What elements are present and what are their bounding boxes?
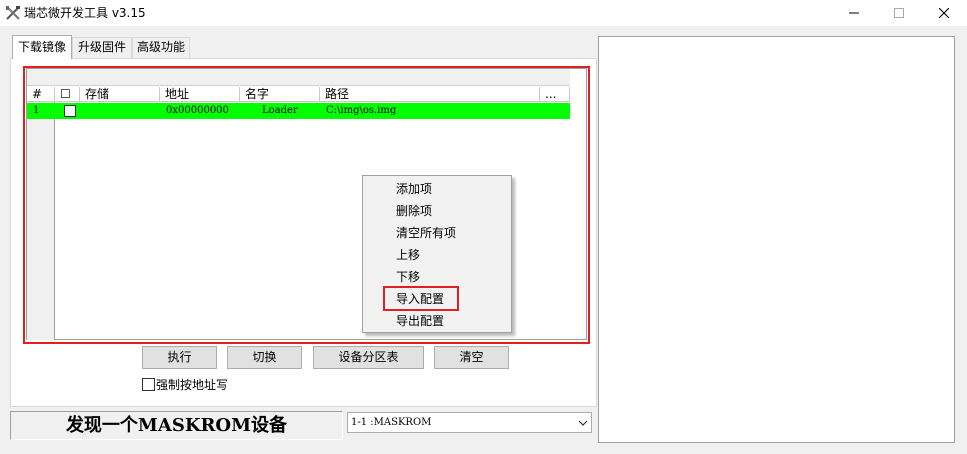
row-checkbox[interactable] [64, 105, 76, 117]
maximize-button[interactable] [876, 0, 922, 26]
context-menu: 添加项 删除项 清空所有项 上移 下移 导入配置 导出配置 [362, 175, 512, 333]
status-box: 发现一个MASKROM设备 [10, 411, 343, 440]
log-panel[interactable] [598, 36, 955, 443]
force-address-option[interactable]: 强制按地址写 [142, 376, 228, 392]
run-button[interactable]: 执行 [142, 346, 217, 369]
menu-item-move-up[interactable]: 上移 [396, 247, 420, 263]
device-select-value: 1-1 :MASKROM [351, 417, 432, 428]
row-number: 1 [33, 105, 40, 116]
column-header-name[interactable]: 名字 [240, 87, 320, 102]
grid-top-strip [27, 69, 570, 86]
clear-button[interactable]: 清空 [434, 346, 509, 369]
column-header-path[interactable]: 路径 [320, 87, 540, 102]
column-header-more[interactable]: ... [540, 87, 570, 102]
table-row[interactable]: 1 0x00000000 Loader C:\img\os.img [27, 103, 570, 119]
menu-item-move-down[interactable]: 下移 [396, 269, 420, 285]
force-address-label: 强制按地址写 [156, 377, 229, 392]
force-address-checkbox[interactable] [142, 377, 155, 391]
row-path[interactable]: C:\img\os.img [326, 103, 538, 119]
close-button[interactable] [921, 0, 967, 26]
import-config-highlight [383, 286, 459, 311]
partition-table-button[interactable]: 设备分区表 [313, 346, 424, 369]
status-message: 发现一个MASKROM设备 [65, 415, 288, 436]
row-number-column [27, 102, 55, 340]
switch-button[interactable]: 切换 [227, 346, 302, 369]
device-select[interactable]: 1-1 :MASKROM [347, 412, 592, 433]
window-title: 瑞芯微开发工具 v3.15 [24, 6, 146, 20]
column-header-select[interactable]: ☐ [55, 87, 80, 102]
minimize-icon [849, 12, 859, 14]
column-header-storage[interactable]: 存储 [80, 87, 160, 102]
tab-advanced[interactable]: 高级功能 [132, 37, 190, 58]
column-header-address[interactable]: 地址 [160, 87, 240, 102]
close-icon [939, 8, 949, 18]
menu-item-add[interactable]: 添加项 [396, 181, 432, 197]
tab-upgrade-firmware[interactable]: 升级固件 [72, 37, 132, 58]
maximize-icon [894, 8, 904, 18]
menu-item-delete[interactable]: 删除项 [396, 203, 432, 219]
row-storage[interactable] [82, 103, 158, 119]
chevron-down-icon [578, 420, 588, 426]
column-header-index[interactable]: # [27, 87, 55, 102]
tab-download-image[interactable]: 下载镜像 [12, 35, 72, 59]
menu-item-export-config[interactable]: 导出配置 [396, 313, 444, 329]
menu-item-clear-all[interactable]: 清空所有项 [396, 225, 456, 241]
row-address[interactable]: 0x00000000 [166, 103, 238, 119]
title-bar: 瑞芯微开发工具 v3.15 [0, 0, 967, 26]
tools-icon [6, 6, 20, 20]
minimize-button[interactable] [831, 0, 877, 26]
row-name[interactable]: Loader [262, 103, 318, 119]
